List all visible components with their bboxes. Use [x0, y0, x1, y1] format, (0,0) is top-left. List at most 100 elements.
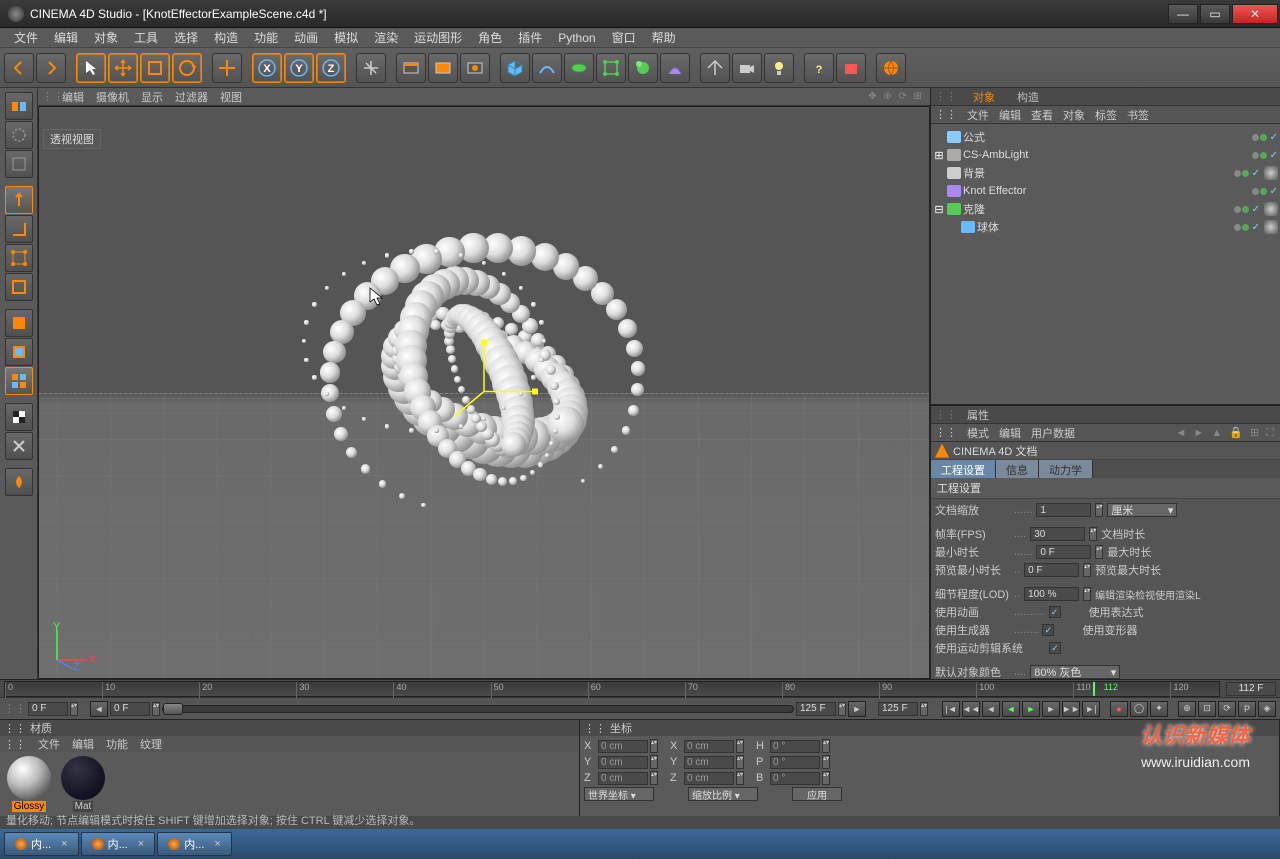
taskbar-item-2[interactable]: 内...× [157, 832, 232, 856]
key-pos-button[interactable]: ⊕ [1178, 701, 1196, 717]
usemotion-check[interactable]: ✓ [1049, 642, 1061, 654]
attr-tab-dynamics[interactable]: 动力学 [1039, 460, 1093, 478]
range-end-b[interactable]: 125 F [878, 702, 918, 716]
mat-menu-func[interactable]: 功能 [106, 736, 128, 752]
select-tool[interactable] [76, 53, 106, 83]
viewport-menu-filter[interactable]: 过滤器 [175, 89, 208, 105]
attr-tab-project[interactable]: 工程设置 [931, 460, 996, 478]
tweak-button[interactable] [5, 403, 33, 431]
object-tree[interactable]: 公式✓⊞CS-AmbLight✓背景✓Knot Effector✓⊟克隆✓球体✓ [931, 124, 1280, 404]
menu-7[interactable]: 动画 [286, 29, 326, 46]
redo-button[interactable] [36, 53, 66, 83]
obj-menu-file[interactable]: 文件 [967, 107, 989, 123]
primitive-button[interactable] [500, 53, 530, 83]
menu-15[interactable]: 帮助 [644, 29, 684, 46]
tree-row-1[interactable]: ⊞CS-AmbLight✓ [933, 146, 1278, 164]
mat-menu-edit[interactable]: 编辑 [72, 736, 94, 752]
mat-menu-tex[interactable]: 纹理 [140, 736, 162, 752]
obj-menu-edit[interactable]: 编辑 [999, 107, 1021, 123]
fps-input[interactable]: 30 [1030, 527, 1085, 541]
prev-key-button[interactable]: ◄◄ [962, 701, 980, 717]
taskbar-item-0[interactable]: 内...× [4, 832, 79, 856]
menu-14[interactable]: 窗口 [604, 29, 644, 46]
range-start-button[interactable]: ◄ [90, 701, 108, 717]
menu-11[interactable]: 角色 [470, 29, 510, 46]
attr-menu-mode[interactable]: 模式 [967, 425, 989, 441]
material-Glossy[interactable]: Glossy [4, 756, 54, 812]
next-key-button[interactable]: ►► [1062, 701, 1080, 717]
y-axis-toggle[interactable]: Y [284, 53, 314, 83]
uv-point-button[interactable] [5, 367, 33, 395]
content-browser-button[interactable] [876, 53, 906, 83]
viewport-menu-view[interactable]: 视图 [220, 89, 242, 105]
object-axis-button[interactable] [5, 186, 33, 214]
key-options-button[interactable]: ✦ [1150, 701, 1168, 717]
menu-6[interactable]: 功能 [246, 29, 286, 46]
menu-5[interactable]: 构造 [206, 29, 246, 46]
render-view-button[interactable] [396, 53, 426, 83]
materials-body[interactable]: GlossyMat [0, 752, 579, 816]
tree-row-0[interactable]: 公式✓ [933, 128, 1278, 146]
prevmin-input[interactable]: 0 F [1024, 563, 1079, 577]
lod-input[interactable]: 100 % [1024, 587, 1079, 601]
menu-13[interactable]: Python [550, 31, 603, 45]
attr-tab-info[interactable]: 信息 [996, 460, 1039, 478]
next-frame-button[interactable]: ► [1042, 701, 1060, 717]
rotate-tool[interactable] [172, 53, 202, 83]
scale-tool[interactable] [140, 53, 170, 83]
record-button[interactable]: ● [1110, 701, 1128, 717]
light-button[interactable] [764, 53, 794, 83]
viewport-menu-display[interactable]: 显示 [141, 89, 163, 105]
structure-tab[interactable]: 构造 [1011, 88, 1045, 106]
mintime-input[interactable]: 0 F [1036, 545, 1091, 559]
prev-frame-button[interactable]: ◄ [982, 701, 1000, 717]
goto-start-button[interactable]: |◄ [942, 701, 960, 717]
x-axis-toggle[interactable]: X [252, 53, 282, 83]
close-button[interactable]: ✕ [1232, 4, 1278, 24]
defcolor-dropdown[interactable]: 80% 灰色▾ [1030, 665, 1120, 679]
uv-poly-button[interactable] [5, 338, 33, 366]
menu-12[interactable]: 插件 [510, 29, 550, 46]
key-pla-button[interactable]: ◈ [1258, 701, 1276, 717]
viewport-nav-icons[interactable]: ✥ ⊕ ⟳ ⊞ [868, 91, 930, 102]
viewport-menu-edit[interactable]: 编辑 [62, 89, 84, 105]
spline-button[interactable] [532, 53, 562, 83]
perspective-viewport[interactable]: 透视视图 X [38, 106, 930, 679]
key-scale-button[interactable]: ⊡ [1198, 701, 1216, 717]
taskbar-item-1[interactable]: 内...× [81, 832, 156, 856]
timeline-frame-display[interactable]: 112 F [1226, 682, 1276, 696]
texture-mode-button[interactable] [5, 150, 33, 178]
range-slider[interactable] [162, 705, 794, 713]
doc-scale-input[interactable]: 1 [1036, 503, 1091, 517]
help-button[interactable]: ? [804, 53, 834, 83]
tree-row-3[interactable]: Knot Effector✓ [933, 182, 1278, 200]
doc-scale-unit[interactable]: 厘米▾ [1107, 503, 1177, 517]
range-start-b[interactable]: 0 F [110, 702, 150, 716]
range-end-button[interactable]: ► [848, 701, 866, 717]
menu-2[interactable]: 对象 [86, 29, 126, 46]
edge-mode-button[interactable] [5, 273, 33, 301]
z-axis-toggle[interactable]: Z [316, 53, 346, 83]
camera-button[interactable] [732, 53, 762, 83]
key-param-button[interactable]: P [1238, 701, 1256, 717]
objects-tab[interactable]: 对象 [967, 88, 1001, 106]
render-settings-button[interactable] [460, 53, 490, 83]
render-pv-button[interactable] [428, 53, 458, 83]
menu-4[interactable]: 选择 [166, 29, 206, 46]
tag-button[interactable] [836, 53, 866, 83]
material-Mat[interactable]: Mat [58, 756, 108, 812]
menu-3[interactable]: 工具 [126, 29, 166, 46]
axis-button[interactable] [5, 215, 33, 243]
range-end-a[interactable]: 125 F [796, 702, 836, 716]
tree-row-5[interactable]: 球体✓ [933, 218, 1278, 236]
nurbs-button[interactable] [564, 53, 594, 83]
autokey-button[interactable]: ◯ [1130, 701, 1148, 717]
attr-nav-icons[interactable]: ◄ ► ▲ 🔒 ⊞ ⛶ [1175, 426, 1276, 440]
attr-menu-edit[interactable]: 编辑 [999, 425, 1021, 441]
tree-row-4[interactable]: ⊟克隆✓ [933, 200, 1278, 218]
menu-0[interactable]: 文件 [6, 29, 46, 46]
deformer-button[interactable] [660, 53, 690, 83]
menu-1[interactable]: 编辑 [46, 29, 86, 46]
obj-menu-bookmarks[interactable]: 书签 [1127, 107, 1149, 123]
undo-button[interactable] [4, 53, 34, 83]
